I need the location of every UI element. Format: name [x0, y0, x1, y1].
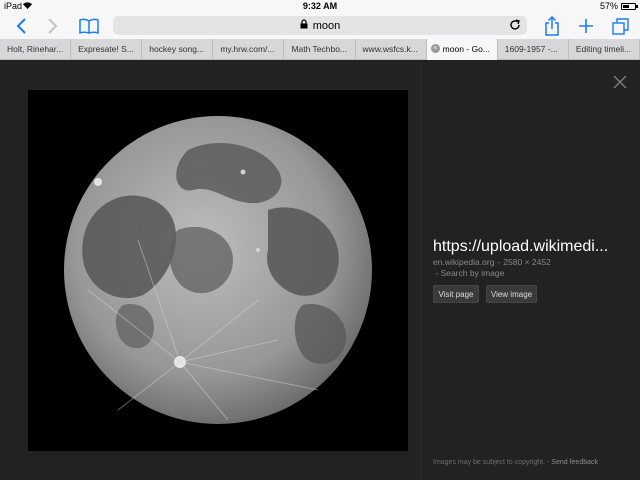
back-button[interactable]: [10, 14, 32, 38]
send-feedback-link[interactable]: Send feedback: [551, 459, 598, 466]
tab[interactable]: Holt, Rinehar...: [0, 39, 72, 60]
chevron-left-icon: [16, 18, 26, 34]
search-by-image-row: - Search by image: [433, 268, 505, 278]
tab-label: www.wsfcs.k...: [362, 44, 418, 54]
copyright-notice: Images may be subject to copyright.: [433, 459, 546, 466]
tab[interactable]: Editing timeli...: [569, 39, 640, 60]
share-button[interactable]: [540, 14, 564, 38]
plus-icon: [579, 19, 593, 33]
status-bar: iPad 9:32 AM 57%: [0, 0, 640, 13]
result-dimensions: 2580 × 2452: [503, 257, 551, 267]
tab-strip: Holt, Rinehar... Expresate! S... hockey so…: [0, 39, 640, 60]
tab-active[interactable]: × moon - Go...: [426, 39, 498, 60]
search-by-image-link[interactable]: Search by image: [441, 268, 505, 278]
tab-label: my.hrw.com/...: [220, 44, 275, 54]
battery-icon: [621, 3, 638, 10]
tab[interactable]: Math Techbo...: [284, 39, 356, 60]
tab[interactable]: www.wsfcs.k...: [356, 39, 427, 60]
footer: Images may be subject to copyright. - Se…: [433, 459, 598, 466]
url-text: moon: [312, 19, 341, 32]
panel-divider: [420, 60, 421, 480]
new-tab-button[interactable]: [574, 14, 598, 38]
share-icon: [545, 16, 559, 36]
reload-icon[interactable]: [508, 18, 522, 32]
forward-button[interactable]: [42, 14, 64, 38]
book-icon: [79, 18, 99, 34]
result-url-title[interactable]: https://upload.wikimedi...: [433, 238, 633, 256]
tab-label: Holt, Rinehar...: [7, 44, 64, 54]
clock: 9:32 AM: [302, 1, 338, 11]
tab-label: Math Techbo...: [291, 44, 348, 54]
view-image-button[interactable]: View image: [486, 285, 537, 303]
browser-toolbar: moon: [0, 13, 640, 39]
tabs-icon: [611, 17, 629, 35]
tab-label: hockey song...: [149, 44, 205, 54]
tab[interactable]: my.hrw.com/...: [213, 39, 285, 60]
tab-label: Editing timeli...: [575, 44, 632, 54]
close-tab-icon[interactable]: ×: [430, 44, 440, 53]
tab-label: moon - Go...: [442, 44, 490, 54]
tab[interactable]: 1609-1957 -...: [498, 39, 569, 60]
lock-icon: [300, 19, 308, 32]
tab[interactable]: Expresate! S...: [71, 39, 143, 60]
moon-photo-icon: [28, 90, 408, 451]
show-tabs-button[interactable]: [608, 14, 632, 38]
visit-page-button[interactable]: Visit page: [433, 285, 479, 303]
tab-label: 1609-1957 -...: [504, 44, 558, 54]
moon-image[interactable]: [28, 90, 408, 451]
battery-percent: 57%: [599, 1, 618, 11]
result-meta: en.wikipedia.org -2580 × 2452: [433, 257, 551, 267]
tab-label: Expresate! S...: [78, 44, 134, 54]
image-viewer: https://upload.wikimedi... en.wikipedia.…: [0, 60, 640, 480]
address-bar[interactable]: moon: [113, 16, 527, 35]
close-icon: [613, 75, 627, 89]
close-viewer-button[interactable]: [612, 74, 628, 90]
bookmarks-button[interactable]: [76, 14, 102, 38]
result-domain: en.wikipedia.org: [433, 257, 495, 267]
tab[interactable]: hockey song...: [142, 39, 214, 60]
chevron-right-icon: [48, 18, 58, 34]
